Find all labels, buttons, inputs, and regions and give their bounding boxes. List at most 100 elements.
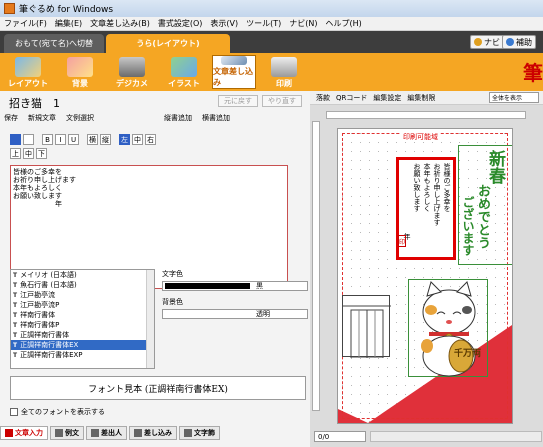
menu-format[interactable]: 書式設定(O) bbox=[154, 18, 207, 29]
menu-view[interactable]: 表示(V) bbox=[206, 18, 242, 29]
tab-sender[interactable]: 差出人 bbox=[86, 426, 127, 440]
camera-icon bbox=[119, 57, 145, 77]
valign-bottom-button[interactable]: 下 bbox=[36, 148, 47, 159]
illustration-icon bbox=[171, 57, 197, 77]
font-list-item[interactable]: T メイリオ (日本語) bbox=[11, 270, 154, 280]
bg-color-swatch bbox=[165, 311, 250, 317]
new-text-button[interactable]: 新規文章 bbox=[28, 113, 56, 123]
background-button[interactable]: 背景 bbox=[58, 55, 102, 89]
font-list-item[interactable]: T 祥南行書体 bbox=[11, 310, 154, 320]
camera-button[interactable]: デジカメ bbox=[110, 55, 154, 89]
show-all-fonts-checkbox[interactable] bbox=[10, 408, 18, 416]
valign-top-button[interactable]: 上 bbox=[10, 148, 21, 159]
camera-label: デジカメ bbox=[116, 79, 148, 88]
bg-color-select[interactable]: 透明 bbox=[162, 309, 308, 319]
preview-horizontal-scrollbar[interactable] bbox=[370, 431, 542, 442]
redo-button[interactable]: やり直す bbox=[262, 95, 302, 107]
font-list-item[interactable]: T 正調祥南行書体 bbox=[11, 330, 154, 340]
tab-examples-label: 例文 bbox=[65, 429, 79, 437]
align-center-button[interactable]: 中 bbox=[132, 134, 143, 145]
greeting-text-box[interactable]: 新春 おめでとう ございます bbox=[458, 145, 512, 265]
tab-text-input[interactable]: 文章入力 bbox=[0, 426, 48, 440]
layout-button[interactable]: レイアウト bbox=[6, 55, 50, 89]
font-list-item[interactable]: T 正調祥南行書体EXP bbox=[11, 350, 154, 360]
examples-icon bbox=[55, 429, 63, 437]
truetype-icon: T bbox=[13, 301, 18, 309]
font-list-item[interactable]: T 正調祥南行書体EX bbox=[11, 340, 154, 350]
font-list[interactable]: T メイリオ (日本語) T 魚石行書 (日本語) T 江戸勘亭流 T 江戸勘亭流P T 祥南行書… bbox=[10, 269, 155, 369]
tab-examples[interactable]: 例文 bbox=[50, 426, 84, 440]
text-color-select[interactable]: 黒 bbox=[162, 281, 308, 291]
tab-back-label: うら(レイアウト) bbox=[136, 39, 200, 48]
menu-help[interactable]: ヘルプ(H) bbox=[322, 18, 366, 29]
edit-settings-button[interactable]: 編集設定 bbox=[373, 93, 401, 103]
align-right-button[interactable]: 右 bbox=[145, 134, 156, 145]
tab-front[interactable]: おもて(宛て名)へ切替 bbox=[4, 34, 104, 53]
add-vertical-button[interactable]: 縦書追加 bbox=[164, 113, 192, 123]
align-left-button[interactable]: 左 bbox=[119, 134, 130, 145]
print-button[interactable]: 印刷 bbox=[262, 55, 306, 89]
font-list-scrollbar[interactable] bbox=[146, 270, 154, 368]
coin-text: 千万両 bbox=[454, 349, 482, 359]
font-name: 正調祥南行書体EXP bbox=[20, 351, 83, 359]
font-list-item[interactable]: T 魚石行書 (日本語) bbox=[11, 280, 154, 290]
tab-decoration[interactable]: 文字飾 bbox=[179, 426, 220, 440]
font-name: 江戸勘亭流 bbox=[20, 291, 56, 299]
text-color-label: 文字色 bbox=[162, 270, 183, 278]
page-counter[interactable]: 0/0 bbox=[314, 431, 366, 442]
cat-drawing bbox=[421, 281, 476, 377]
tab-decoration-label: 文字飾 bbox=[194, 429, 215, 437]
vertical-button[interactable]: 縦 bbox=[100, 134, 111, 145]
preview-toolbar: 落款 QRコード 編集設定 編集制限 全体を表示 bbox=[310, 91, 543, 105]
merge-icon bbox=[134, 429, 142, 437]
font-list-item[interactable]: T 江戸勘亭流 bbox=[11, 290, 154, 300]
text-insert-label: 文章差し込み bbox=[213, 67, 253, 87]
undo-button[interactable]: 元に戻す bbox=[218, 95, 258, 107]
add-horizontal-button[interactable]: 横書追加 bbox=[202, 113, 230, 123]
help-icon bbox=[506, 38, 514, 46]
greeting-col-2: ございます bbox=[461, 196, 475, 256]
greeting-big: 新春 bbox=[485, 150, 505, 184]
navi-icon bbox=[474, 38, 482, 46]
tab-merge[interactable]: 差し込み bbox=[129, 426, 177, 440]
document-title: 招き猫 1 bbox=[9, 97, 60, 110]
show-all-fonts[interactable]: 全てのフォントを表示する bbox=[10, 407, 105, 417]
illustration-button[interactable]: イラスト bbox=[162, 55, 206, 89]
qr-button[interactable]: QRコード bbox=[336, 93, 367, 103]
horizontal-button[interactable]: 横 bbox=[87, 134, 98, 145]
bold-button[interactable]: B bbox=[42, 134, 53, 145]
valign-middle-button[interactable]: 中 bbox=[23, 148, 34, 159]
font-list-item[interactable]: T 江戸勘亭流P bbox=[11, 300, 154, 310]
text-insert-button[interactable]: 文章差し込み bbox=[212, 55, 256, 89]
select-text-button[interactable]: 文例選択 bbox=[66, 113, 94, 123]
show-all-fonts-label: 全てのフォントを表示する bbox=[21, 408, 105, 416]
text-color-swatch bbox=[165, 283, 250, 289]
text-input-icon bbox=[5, 429, 13, 437]
assist-button[interactable]: 補助 bbox=[502, 35, 536, 49]
navi-button[interactable]: ナビ bbox=[470, 35, 504, 49]
horizontal-mode-icon[interactable] bbox=[23, 134, 34, 145]
underline-button[interactable]: U bbox=[68, 134, 79, 145]
italic-button[interactable]: I bbox=[55, 134, 66, 145]
menu-navi[interactable]: ナビ(N) bbox=[285, 18, 321, 29]
menu-edit[interactable]: 編集(E) bbox=[51, 18, 86, 29]
font-list-item[interactable]: T 祥南行書体P bbox=[11, 320, 154, 330]
truetype-icon: T bbox=[13, 281, 18, 289]
menu-file[interactable]: ファイル(F) bbox=[0, 18, 51, 29]
menu-insert[interactable]: 文章差し込み(B) bbox=[86, 18, 154, 29]
vertical-ruler bbox=[312, 121, 320, 411]
edit-restrict-button[interactable]: 編集制限 bbox=[407, 93, 435, 103]
save-button[interactable]: 保存 bbox=[4, 113, 18, 123]
zoom-select[interactable]: 全体を表示 bbox=[489, 92, 539, 103]
vertical-mode-icon[interactable] bbox=[10, 134, 21, 145]
decoration-icon bbox=[184, 429, 192, 437]
postcard-canvas[interactable]: 印刷可能域 皆様のご多幸を お祈り申し上げます 本年もよろしく お願い致します … bbox=[338, 129, 512, 423]
font-name: 正調祥南行書体 bbox=[20, 331, 70, 339]
tab-front-label: おもて(宛て名)へ切替 bbox=[15, 39, 93, 48]
brand-logo: 筆 bbox=[523, 61, 543, 85]
tab-back[interactable]: うら(レイアウト) bbox=[106, 34, 230, 53]
maneki-neko-illustration[interactable]: 千万両 bbox=[408, 279, 488, 377]
truetype-icon: T bbox=[13, 271, 18, 279]
stamp-button[interactable]: 落款 bbox=[316, 93, 330, 103]
menu-tools[interactable]: ツール(T) bbox=[242, 18, 285, 29]
